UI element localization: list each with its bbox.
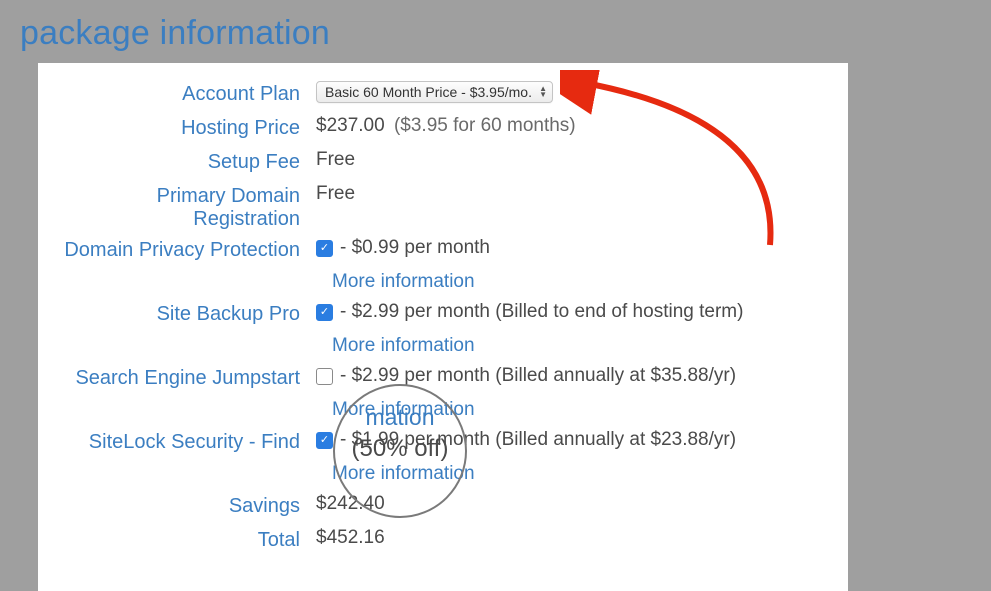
row-setup-fee: Setup Fee Free <box>58 149 828 177</box>
value-site-backup: - $2.99 per month (Billed to end of host… <box>340 301 743 323</box>
row-domain-registration: Primary Domain Registration Free <box>58 183 828 231</box>
page-title: package information <box>0 0 991 63</box>
value-search-engine: - $2.99 per month (Billed annually at $3… <box>340 365 736 387</box>
select-value: Basic 60 Month Price - $3.95/mo. <box>325 84 532 100</box>
link-more-info-backup[interactable]: More information <box>332 335 475 356</box>
row-hosting-price: Hosting Price $237.00 ($3.95 for 60 mont… <box>58 115 828 143</box>
checkbox-sitelock[interactable]: ✓ <box>316 432 333 449</box>
label-setup-fee: Setup Fee <box>58 149 316 174</box>
value-savings: $242.40 <box>316 493 828 515</box>
label-domain-registration: Primary Domain Registration <box>58 183 316 231</box>
row-account-plan: Account Plan Basic 60 Month Price - $3.9… <box>58 81 828 109</box>
value-total: $452.16 <box>316 527 828 549</box>
package-card: Account Plan Basic 60 Month Price - $3.9… <box>38 63 848 591</box>
label-hosting-price: Hosting Price <box>58 115 316 140</box>
row-sitelock: SiteLock Security - Find ✓ - $1.99 per m… <box>58 429 828 457</box>
link-more-info-privacy[interactable]: More information <box>332 271 475 292</box>
link-more-info-sitelock[interactable]: More information <box>332 463 475 484</box>
row-total: Total $452.16 <box>58 527 828 555</box>
chevron-updown-icon: ▲▼ <box>539 86 547 98</box>
row-domain-privacy: Domain Privacy Protection ✓ - $0.99 per … <box>58 237 828 265</box>
value-setup-fee: Free <box>316 149 828 171</box>
label-site-backup: Site Backup Pro <box>58 301 316 326</box>
label-total: Total <box>58 527 316 552</box>
value-sitelock: - $1.99 per month (Billed annually at $2… <box>340 429 736 451</box>
row-search-engine: Search Engine Jumpstart - $2.99 per mont… <box>58 365 828 393</box>
value-domain-registration: Free <box>316 183 828 205</box>
checkbox-search-engine[interactable] <box>316 368 333 385</box>
label-domain-privacy: Domain Privacy Protection <box>58 237 316 262</box>
label-sitelock: SiteLock Security - Find <box>58 429 316 454</box>
row-savings: Savings $242.40 <box>58 493 828 521</box>
label-account-plan: Account Plan <box>58 81 316 106</box>
account-plan-select[interactable]: Basic 60 Month Price - $3.95/mo. ▲▼ <box>316 81 553 103</box>
checkbox-site-backup[interactable]: ✓ <box>316 304 333 321</box>
checkbox-domain-privacy[interactable]: ✓ <box>316 240 333 257</box>
value-domain-privacy: - $0.99 per month <box>340 237 490 259</box>
link-more-info-search[interactable]: More information <box>332 399 475 420</box>
label-savings: Savings <box>58 493 316 518</box>
row-site-backup: Site Backup Pro ✓ - $2.99 per month (Bil… <box>58 301 828 329</box>
value-hosting-price: $237.00 ($3.95 for 60 months) <box>316 115 828 137</box>
label-search-engine: Search Engine Jumpstart <box>58 365 316 390</box>
